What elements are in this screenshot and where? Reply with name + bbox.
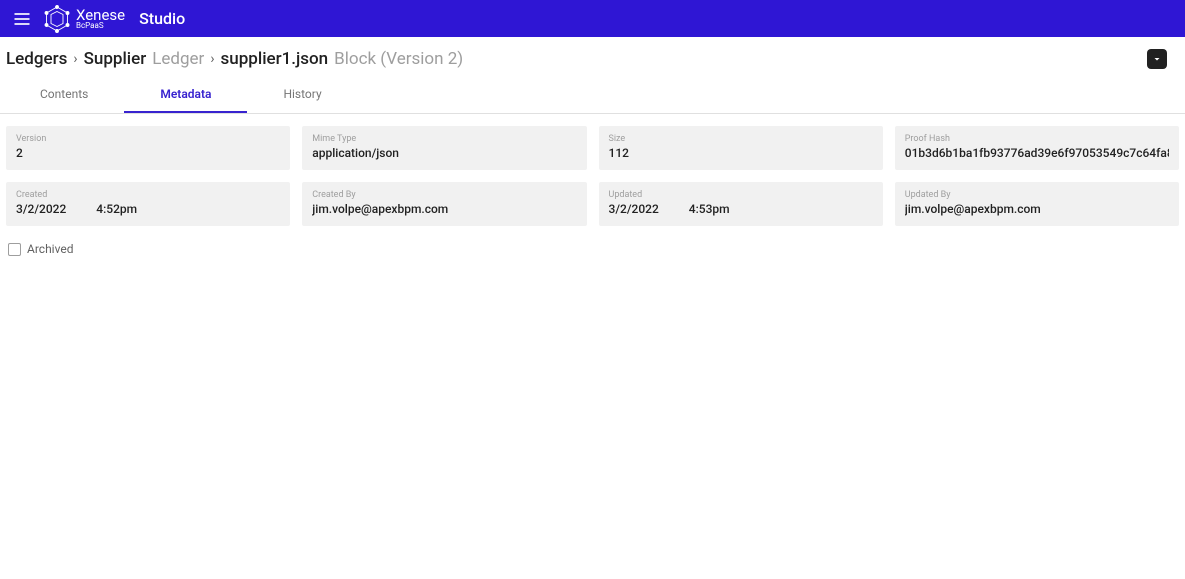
app-bar: Xenese BcPaaS Studio	[0, 0, 1185, 37]
meta-value: jim.volpe@apexbpm.com	[312, 202, 576, 216]
chevron-right-icon: ›	[210, 51, 214, 67]
archived-row: Archived	[0, 238, 1185, 260]
meta-createdby: Created By jim.volpe@apexbpm.com	[302, 182, 586, 226]
tab-history[interactable]: History	[247, 77, 357, 113]
meta-label: Proof Hash	[905, 134, 1169, 144]
tab-contents[interactable]: Contents	[4, 77, 124, 113]
brand-text: Xenese BcPaaS	[76, 8, 125, 30]
meta-proofhash: Proof Hash 01b3d6b1ba1fb93776ad39e6f9705…	[895, 126, 1179, 170]
caret-down-icon	[1151, 53, 1163, 65]
meta-updatedby: Updated By jim.volpe@apexbpm.com	[895, 182, 1179, 226]
breadcrumb-ledger-label: Ledger	[152, 49, 204, 69]
brand-sub: BcPaaS	[76, 22, 125, 30]
archived-label: Archived	[27, 242, 73, 256]
meta-updated: Updated 3/2/2022 4:53pm	[599, 182, 883, 226]
meta-value: 3/2/2022 4:53pm	[609, 202, 873, 216]
meta-label: Updated	[609, 190, 873, 200]
breadcrumb-ledgers[interactable]: Ledgers	[6, 49, 67, 69]
context-menu-button[interactable]	[1147, 49, 1167, 69]
meta-label: Created	[16, 190, 280, 200]
meta-label: Mime Type	[312, 134, 576, 144]
breadcrumb-file[interactable]: supplier1.json	[221, 49, 329, 69]
breadcrumb: Ledgers › Supplier Ledger › supplier1.js…	[6, 49, 463, 69]
tab-metadata[interactable]: Metadata	[124, 77, 247, 113]
chevron-right-icon: ›	[73, 51, 77, 67]
meta-label: Updated By	[905, 190, 1169, 200]
breadcrumb-row: Ledgers › Supplier Ledger › supplier1.js…	[0, 37, 1185, 77]
meta-value: 01b3d6b1ba1fb93776ad39e6f97053549c7c64fa…	[905, 146, 1169, 160]
updated-date: 3/2/2022	[609, 202, 659, 216]
app-title: Studio	[139, 9, 185, 28]
metadata-grid: Version 2 Mime Type application/json Siz…	[0, 114, 1185, 238]
created-time: 4:52pm	[96, 202, 137, 216]
created-date: 3/2/2022	[16, 202, 66, 216]
meta-size: Size 112	[599, 126, 883, 170]
tabs: Contents Metadata History	[0, 77, 1185, 114]
logo-mark-icon	[42, 4, 72, 34]
meta-version: Version 2	[6, 126, 290, 170]
hamburger-menu-icon[interactable]	[10, 7, 34, 31]
breadcrumb-block-label: Block (Version 2)	[334, 49, 463, 69]
meta-value: 112	[609, 146, 873, 160]
archived-checkbox[interactable]	[8, 243, 21, 256]
meta-label: Size	[609, 134, 873, 144]
meta-label: Created By	[312, 190, 576, 200]
brand-logo[interactable]: Xenese BcPaaS	[42, 4, 125, 34]
meta-value: 2	[16, 146, 280, 160]
meta-value: application/json	[312, 146, 576, 160]
updated-time: 4:53pm	[689, 202, 730, 216]
meta-label: Version	[16, 134, 280, 144]
meta-value: 3/2/2022 4:52pm	[16, 202, 280, 216]
meta-value: jim.volpe@apexbpm.com	[905, 202, 1169, 216]
meta-created: Created 3/2/2022 4:52pm	[6, 182, 290, 226]
breadcrumb-supplier[interactable]: Supplier	[84, 49, 147, 69]
meta-mime: Mime Type application/json	[302, 126, 586, 170]
